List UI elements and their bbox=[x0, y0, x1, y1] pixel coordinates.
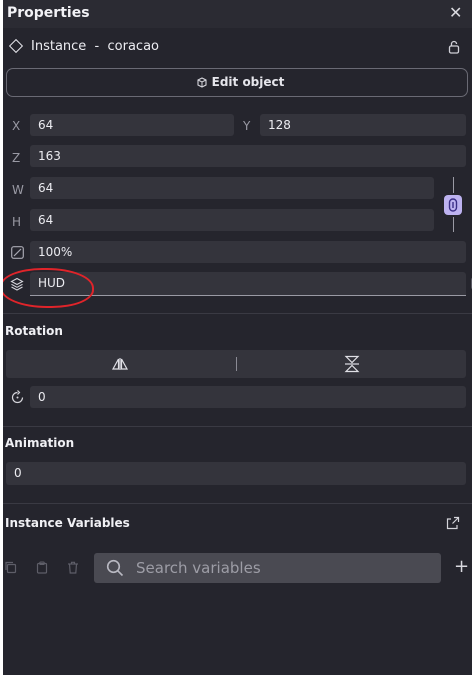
x-input[interactable]: 64 bbox=[30, 114, 234, 136]
x-label: X bbox=[12, 119, 21, 133]
panel-title: Properties bbox=[7, 5, 90, 21]
opacity-icon bbox=[11, 246, 24, 259]
close-icon[interactable]: ✕ bbox=[449, 4, 462, 22]
unlock-icon[interactable] bbox=[448, 40, 460, 54]
aspect-lock-toggle[interactable] bbox=[444, 195, 462, 215]
layer-select[interactable]: HUD ⌄ bbox=[30, 272, 472, 296]
paste-icon[interactable] bbox=[36, 561, 48, 574]
h-label: H bbox=[12, 215, 22, 229]
add-variable-icon[interactable]: + bbox=[454, 556, 469, 577]
z-label: Z bbox=[12, 151, 21, 165]
flip-vertical-button[interactable] bbox=[237, 350, 466, 378]
divider bbox=[3, 426, 472, 427]
height-input[interactable]: 64 bbox=[30, 209, 434, 231]
animation-title: Animation bbox=[5, 436, 75, 450]
w-label: W bbox=[12, 183, 24, 197]
copy-icon[interactable] bbox=[4, 561, 17, 574]
animation-input[interactable]: 0 bbox=[6, 462, 466, 485]
opacity-input[interactable]: 100% bbox=[30, 241, 466, 263]
search-placeholder: Search variables bbox=[136, 559, 261, 577]
annotation-circle bbox=[3, 268, 94, 308]
angle-input[interactable]: 0 bbox=[30, 386, 466, 408]
link-icon bbox=[448, 198, 458, 212]
trash-icon[interactable] bbox=[67, 561, 79, 574]
y-label: Y bbox=[243, 119, 251, 133]
width-input[interactable]: 64 bbox=[30, 177, 434, 199]
instance-name: Instance - coracao bbox=[31, 39, 159, 54]
flip-toolbar bbox=[6, 350, 466, 378]
aspect-link-line-bottom bbox=[453, 217, 454, 232]
edit-object-button[interactable]: Edit object bbox=[6, 68, 468, 97]
properties-panel: Properties ✕ Instance - coracao Edit obj… bbox=[3, 0, 472, 675]
flip-horizontal-button[interactable] bbox=[6, 350, 236, 378]
edit-object-label: Edit object bbox=[211, 75, 285, 89]
instance-diamond-icon bbox=[8, 38, 24, 54]
instance-variables-title: Instance Variables bbox=[5, 516, 130, 530]
search-icon bbox=[106, 559, 124, 577]
flip-horizontal-icon bbox=[111, 358, 129, 370]
z-input[interactable]: 163 bbox=[30, 145, 466, 167]
divider bbox=[3, 313, 472, 314]
rotation-title: Rotation bbox=[5, 324, 63, 338]
divider bbox=[3, 503, 472, 504]
flip-vertical-icon bbox=[344, 355, 360, 373]
y-input[interactable]: 128 bbox=[260, 114, 466, 136]
aspect-link-line-top bbox=[453, 177, 454, 193]
open-external-icon[interactable] bbox=[446, 516, 460, 530]
search-variables-input[interactable]: Search variables bbox=[94, 553, 441, 583]
rotate-icon bbox=[11, 390, 24, 404]
